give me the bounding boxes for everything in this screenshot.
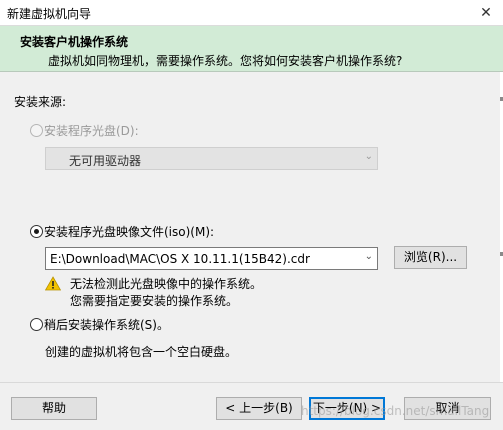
- warning-icon: [45, 276, 61, 291]
- later-description: 创建的虚拟机将包含一个空白硬盘。: [45, 345, 238, 359]
- browse-button[interactable]: 浏览(R)...: [394, 246, 467, 269]
- iso-path-combo[interactable]: E:\Download\MAC\OS X 10.11.1(15B42).cdr …: [45, 247, 378, 270]
- header-subtitle: 虚拟机如同物理机，需要操作系统。您将如何安装客户机操作系统?: [48, 54, 403, 68]
- window-title: 新建虚拟机向导: [7, 7, 92, 21]
- disc-radio-label: 安装程序光盘(D):: [44, 124, 139, 138]
- radio-dot: [34, 229, 39, 234]
- wizard-header: 安装客户机操作系统 虚拟机如同物理机，需要操作系统。您将如何安装客户机操作系统?: [0, 26, 503, 72]
- chevron-down-icon: ⌄: [364, 251, 373, 262]
- iso-radio[interactable]: [30, 225, 43, 238]
- warning-line-2: 您需要指定要安装的操作系统。: [70, 294, 239, 308]
- watermark: https://blog.csdn.net/smallTang: [301, 404, 490, 418]
- title-bar: 新建虚拟机向导 ✕: [0, 0, 503, 26]
- help-button[interactable]: 帮助: [11, 397, 97, 420]
- close-icon[interactable]: ✕: [469, 0, 503, 26]
- header-title: 安装客户机操作系统: [20, 35, 129, 49]
- iso-path-value: E:\Download\MAC\OS X 10.11.1(15B42).cdr: [50, 252, 310, 266]
- footer-separator: [0, 382, 503, 383]
- back-button[interactable]: < 上一步(B): [216, 397, 302, 420]
- later-radio-label: 稍后安装操作系统(S)。: [44, 318, 169, 332]
- warning-line-1: 无法检测此光盘映像中的操作系统。: [70, 277, 263, 291]
- iso-radio-label: 安装程序光盘映像文件(iso)(M):: [44, 225, 215, 239]
- disc-radio[interactable]: [30, 124, 43, 137]
- later-radio[interactable]: [30, 318, 43, 331]
- drive-select-value: 无可用驱动器: [69, 154, 142, 168]
- source-label: 安装来源:: [14, 95, 67, 109]
- drive-select[interactable]: 无可用驱动器 ⌄: [45, 147, 378, 170]
- chevron-down-icon: ⌄: [364, 151, 373, 162]
